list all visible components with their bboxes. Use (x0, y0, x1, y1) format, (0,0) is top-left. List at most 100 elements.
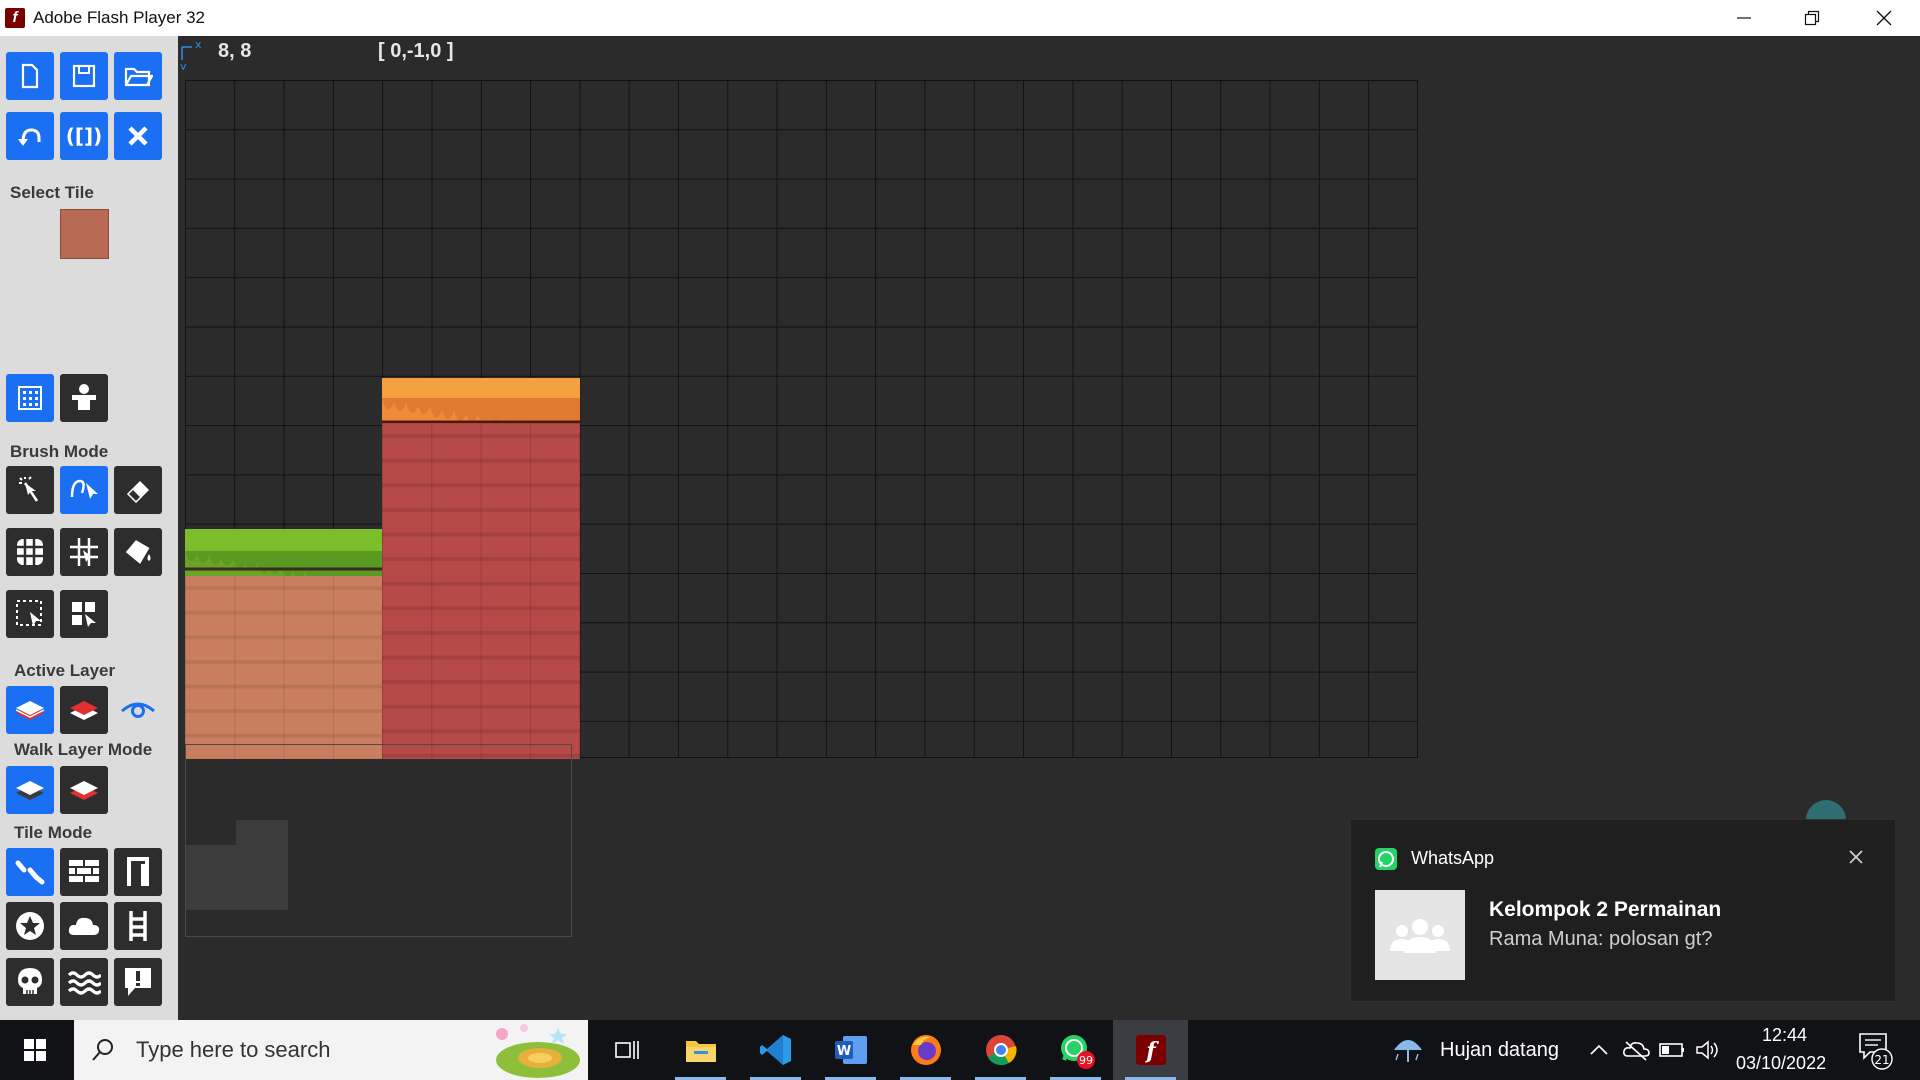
skull-button[interactable] (6, 958, 54, 1006)
tile-mode-label: Tile Mode (14, 823, 93, 842)
chevron-up-icon[interactable] (1588, 1042, 1610, 1058)
tile-grid-button[interactable] (6, 374, 54, 422)
undo-icon (18, 128, 41, 146)
volume-icon[interactable] (1694, 1038, 1722, 1062)
layer-front-button[interactable] (6, 686, 54, 734)
grid-lines-button[interactable] (60, 528, 108, 576)
firefox-button[interactable] (888, 1020, 963, 1080)
skull-icon (18, 968, 42, 994)
star-coin-button[interactable] (6, 902, 54, 950)
close-icon (1876, 10, 1892, 26)
brush-mode-label: Brush Mode (10, 442, 109, 461)
tool-sidebar: ([]) Select Tile Brush Mode Active Layer… (0, 36, 178, 1020)
vscode-icon (759, 1035, 791, 1065)
window-title: Adobe Flash Player 32 (33, 8, 205, 27)
layer-back-icon (70, 701, 98, 720)
red-rock-tiles (382, 414, 580, 759)
clear-button[interactable] (114, 112, 162, 160)
save-button[interactable] (60, 52, 108, 100)
axis-y-label: y (180, 60, 187, 70)
cloud-button[interactable] (60, 902, 108, 950)
clear-x-icon (128, 126, 148, 146)
chrome-icon (985, 1035, 1017, 1066)
flash-player-button[interactable]: f (1113, 1020, 1188, 1080)
svg-text:([]): ([]) (66, 124, 103, 148)
layer-visibility-button[interactable] (114, 686, 162, 734)
select-rect-button[interactable] (6, 590, 54, 638)
brick-wall-button[interactable] (60, 848, 108, 896)
selected-tile-preview[interactable] (60, 209, 109, 259)
undo-button[interactable] (6, 112, 54, 160)
walk-layer-on-button[interactable] (6, 766, 54, 814)
stamp-select-icon (72, 602, 96, 627)
slope-button[interactable] (6, 848, 54, 896)
word-button[interactable]: W (813, 1020, 888, 1080)
magic-wand-button[interactable] (6, 466, 54, 514)
notification-app-name: WhatsApp (1411, 848, 1495, 868)
notification-count: 21 (1874, 1053, 1889, 1067)
paint-bucket-button[interactable] (114, 528, 162, 576)
notification-close-icon[interactable] (1845, 846, 1867, 868)
task-view-button[interactable] (588, 1020, 663, 1080)
svg-text:W: W (836, 1044, 850, 1059)
whatsapp-notification[interactable]: WhatsApp Kelompok 2 Permainan Rama Muna:… (1350, 819, 1896, 1002)
door-frame-icon (127, 857, 149, 886)
brush-pick-button[interactable] (60, 466, 108, 514)
stamp-select-button[interactable] (60, 590, 108, 638)
title-bar: f Adobe Flash Player 32 (0, 0, 1920, 36)
new-file-button[interactable] (6, 52, 54, 100)
minimap-block-left (186, 845, 288, 910)
group-avatar (1375, 890, 1465, 980)
minimap[interactable] (185, 744, 572, 937)
file-explorer-icon (685, 1041, 716, 1062)
group-icon (1390, 919, 1450, 953)
weather-text[interactable]: Hujan datang (1440, 1039, 1559, 1062)
brackets-icon: ([]) (66, 124, 103, 148)
paint-bucket-icon (125, 540, 151, 564)
minimize-button[interactable] (1710, 0, 1778, 36)
onedrive-cloud-icon[interactable] (1622, 1038, 1650, 1062)
minimize-icon (1737, 17, 1751, 19)
taskbar: Type here to search W 99 f Hujan datang … (0, 1020, 1920, 1080)
action-center-button[interactable]: 21 (1856, 1028, 1896, 1072)
eraser-button[interactable] (114, 466, 162, 514)
whatsapp-badge: 99 (1079, 1054, 1093, 1067)
file-explorer-button[interactable] (663, 1020, 738, 1080)
brick-wall-icon (69, 860, 99, 882)
brush-pick-icon (70, 479, 98, 499)
word-icon: W (834, 1036, 867, 1064)
walk-layer-off-icon (70, 781, 98, 800)
water-waves-button[interactable] (60, 958, 108, 1006)
restore-button[interactable] (1778, 0, 1846, 36)
taskbar-search[interactable]: Type here to search (74, 1020, 588, 1080)
grass-tiles (185, 529, 382, 576)
vscode-button[interactable] (738, 1020, 813, 1080)
character-button[interactable] (60, 374, 108, 422)
select-rect-icon (16, 600, 42, 626)
open-folder-button[interactable] (114, 52, 162, 100)
fill-grid-button[interactable] (6, 528, 54, 576)
search-placeholder: Type here to search (136, 1037, 331, 1062)
select-tile-label: Select Tile (10, 183, 94, 202)
alert-sign-icon (125, 968, 151, 996)
alert-sign-button[interactable] (114, 958, 162, 1006)
rain-weather-icon[interactable] (1390, 1034, 1426, 1066)
grid-lines-icon (70, 538, 98, 566)
eraser-icon (126, 481, 149, 504)
whatsapp-button[interactable]: 99 (1038, 1020, 1113, 1080)
battery-icon[interactable] (1658, 1040, 1686, 1060)
clock-date[interactable]: 03/10/2022 (1736, 1053, 1826, 1074)
walk-layer-off-button[interactable] (60, 766, 108, 814)
water-waves-icon (67, 971, 101, 995)
clock-time[interactable]: 12:44 (1762, 1025, 1807, 1046)
door-frame-button[interactable] (114, 848, 162, 896)
chrome-button[interactable] (963, 1020, 1038, 1080)
open-folder-icon (124, 67, 153, 87)
layer-front-icon (15, 701, 45, 720)
close-window-button[interactable] (1850, 0, 1918, 36)
brackets-button[interactable]: ([]) (60, 112, 108, 160)
windows-logo-icon (24, 1039, 46, 1061)
ladder-button[interactable] (114, 902, 162, 950)
layer-back-button[interactable] (60, 686, 108, 734)
start-button[interactable] (0, 1020, 70, 1080)
